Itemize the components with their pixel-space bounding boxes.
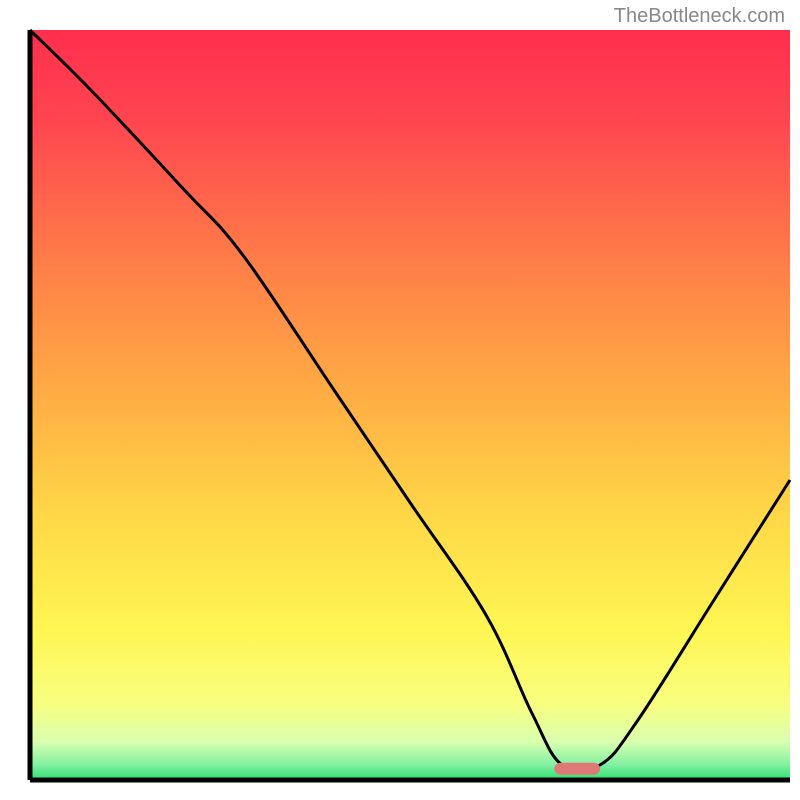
watermark-text: TheBottleneck.com (614, 5, 785, 28)
chart-svg (0, 0, 800, 800)
chart-container: TheBottleneck.com (0, 0, 800, 800)
plot-background (30, 30, 790, 780)
optimal-marker (554, 763, 600, 775)
